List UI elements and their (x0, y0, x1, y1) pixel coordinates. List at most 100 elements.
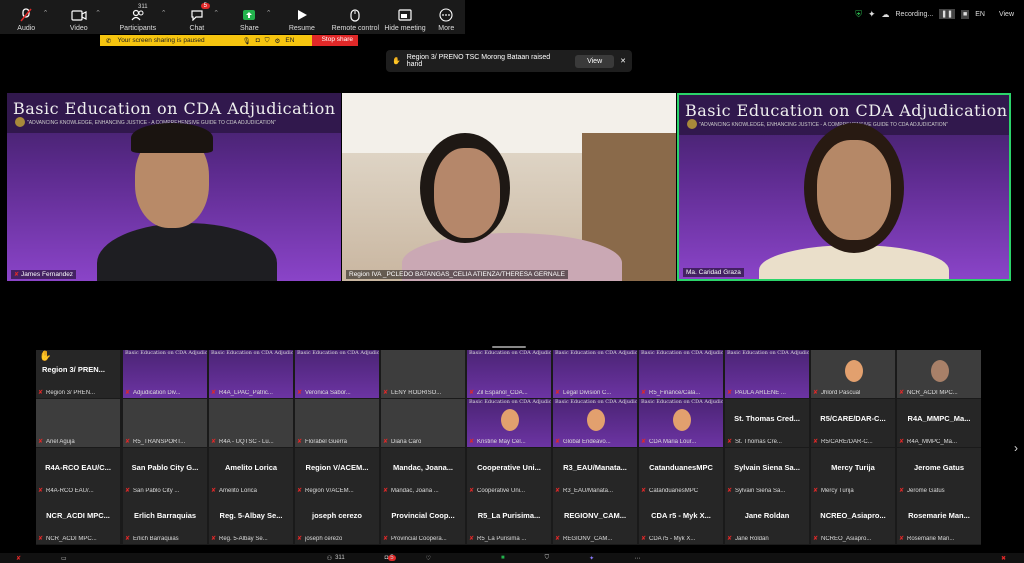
gallery-tile[interactable]: ✘ Florabel Guerra (295, 399, 379, 447)
gallery-tile[interactable]: Region V/ACEM... ✘ Region V/ACEM... (295, 448, 379, 496)
gallery-tile[interactable]: Reg. 5-Albay Se... ✘ Reg. 5-Albay Se... (209, 496, 293, 544)
mic-muted-icon: ✘ (899, 390, 905, 396)
chevron-right-icon[interactable]: › (1014, 441, 1018, 455)
remote-control-button[interactable]: Remote control (328, 0, 382, 34)
gallery-tile[interactable]: R4A_MMPC_Ma... ✘ R4A_MMPC_Ma... (897, 399, 981, 447)
gallery-tile[interactable]: Mercy Turija ✘ Mercy Turija (811, 448, 895, 496)
gallery-tile[interactable]: Sylvain Siena Sa... ✘ Sylvain Siena Sa... (725, 448, 809, 496)
gallery-tile[interactable]: Rosemarie Man... ✘ Rosemarie Man... (897, 496, 981, 544)
heart-icon[interactable]: ♡ (426, 555, 431, 562)
chat-button[interactable]: 5 Chat ⌃ (171, 0, 224, 34)
mic-muted-icon[interactable]: ✘ (16, 555, 21, 562)
settings-icon[interactable]: ⚙ (275, 37, 281, 45)
gallery-tile[interactable]: Basic Education on CDA Adjudication ✘Kris… (467, 399, 551, 447)
gallery-tile[interactable]: Mandac, Joana... ✘ Mandac, Joana ... (381, 448, 465, 496)
gallery-tile[interactable]: Basic Education on CDA Adjudication ✘Zil … (467, 350, 551, 398)
gallery-tile[interactable]: ✘ Jhlord Pascual (811, 350, 895, 398)
chevron-up-icon[interactable]: ⌃ (161, 9, 167, 17)
gallery-tile[interactable]: Basic Education on CDA Adjudication ✘Adju… (123, 350, 207, 398)
gallery-tile[interactable]: ✘ R4A - UQTSC - Lu... (209, 399, 293, 447)
gallery-tile[interactable]: NCR_ACDI MPC... ✘ NCR_ACDI MPC... (36, 496, 120, 544)
mic-icon[interactable]: 🎙 (242, 37, 250, 45)
gallery-tile[interactable]: ✘ LENY RODRISO... (381, 350, 465, 398)
participants-icon[interactable]: ⚇ (327, 555, 332, 562)
mic-muted-icon: ✘ (297, 439, 303, 445)
gallery-tile[interactable]: R5_La Purisima... ✘ R5_La Purisima ... (467, 496, 551, 544)
gallery-tile[interactable]: joseph cerezo ✘ joseph cerezo (295, 496, 379, 544)
chat-icon[interactable]: ◘ (256, 37, 260, 44)
sparkle-icon[interactable]: ✦ (589, 555, 594, 562)
gallery-tile[interactable]: ✘ Ariel Aguja (36, 399, 120, 447)
chevron-up-icon[interactable]: ⌃ (43, 9, 49, 17)
gallery-tile[interactable]: Jerome Gatus ✘ Jerome Gatus (897, 448, 981, 496)
share-button[interactable]: Share ⌃ (223, 0, 276, 34)
participant-name: PAULA ARLENE ... (735, 390, 786, 396)
video-button[interactable]: Video ⌃ (53, 0, 106, 34)
mic-muted-icon: ✘ (641, 536, 647, 542)
gallery-tile[interactable]: Basic Education on CDA Adjudication ✘CDA … (639, 399, 723, 447)
gallery-tile[interactable]: R5/CARE/DAR-C... ✘ R5/CARE/DAR-C... (811, 399, 895, 447)
gallery-tile[interactable]: CatanduanesMPC ✘ CatanduanesMPC (639, 448, 723, 496)
gallery-tile[interactable]: Basic Education on CDA Adjudication ✘PAUL… (725, 350, 809, 398)
share-icon[interactable]: ■ (501, 555, 505, 561)
pause-recording-button[interactable]: ❚❚ (939, 9, 955, 19)
gallery-tile[interactable]: REGIONV_CAM... ✘ REGIONV_CAM... (553, 496, 637, 544)
gallery-tile[interactable]: Provincial Coop... ✘ Provincial Coopera... (381, 496, 465, 544)
chevron-up-icon[interactable]: ⌃ (95, 9, 101, 17)
gallery-tile[interactable]: Basic Education on CDA Adjudication ✘R5_F… (639, 350, 723, 398)
resume-button[interactable]: Resume (276, 0, 329, 34)
resize-handle[interactable] (492, 346, 526, 348)
gallery-tile[interactable]: NCREO_Asiapro... ✘ NCREO_Asiapro... (811, 496, 895, 544)
stop-recording-button[interactable]: ■ (960, 9, 970, 19)
gallery-tile[interactable]: Basic Education on CDA Adjudication ✘Lega… (553, 350, 637, 398)
mic-muted-icon: ✘ (469, 439, 475, 445)
gallery-tile[interactable]: Basic Education on CDA Adjudication ✘R4A_… (209, 350, 293, 398)
gallery-tile[interactable]: R4A-RCO EAU/C... ✘ R4A-RCO EAU/... (36, 448, 120, 496)
shield-icon[interactable]: ⛉ (545, 555, 550, 562)
share-screen-icon (240, 8, 258, 22)
notification-view-button[interactable]: View (575, 54, 615, 68)
gallery-tile[interactable]: St. Thomas Cred... ✘ St. Thomas Cre... (725, 399, 809, 447)
hide-meeting-button[interactable]: Hide meeting (383, 0, 428, 34)
gallery-tile[interactable]: Amelito Lorica ✘ Amelito Lorica (209, 448, 293, 496)
stop-share-button[interactable]: Stop share (311, 35, 358, 46)
view-button[interactable]: View (999, 11, 1014, 18)
participant-name: CDA r5 - Myk X... (649, 536, 696, 542)
gallery-tile[interactable]: San Pablo City G... ✘ San Pablo City ... (123, 448, 207, 496)
mic-muted-icon: ✘ (211, 390, 217, 396)
chevron-up-icon[interactable]: ⌃ (213, 9, 219, 17)
participant-display-name: Sylvain Siena Sa... (734, 463, 800, 472)
gallery-tile[interactable]: ✘ R5_TRANSPORT... (123, 399, 207, 447)
end-call-icon[interactable]: ✖ (1001, 555, 1006, 562)
recording-label: Recording... (895, 10, 934, 18)
video-icon[interactable]: ▭ (61, 555, 67, 562)
gallery-tile[interactable]: CDA r5 - Myk X... ✘ CDA r5 - Myk X... (639, 496, 723, 544)
close-icon[interactable]: ✕ (620, 57, 626, 65)
participant-display-name: NCREO_Asiapro... (820, 511, 886, 520)
video-tile-1[interactable]: Basic Education on CDA Adjudication "ADV… (7, 93, 341, 281)
mic-muted-icon: ✘ (469, 536, 475, 542)
chevron-up-icon[interactable]: ⌃ (266, 9, 272, 17)
banner-title: Basic Education on CDA Adjudication (555, 399, 637, 405)
audio-button[interactable]: Audio ⌃ (0, 0, 53, 34)
gallery-tile[interactable]: Jane Roldan ✘ Jane Roldan (725, 496, 809, 544)
gallery-tile[interactable]: ✘ Diana Caro (381, 399, 465, 447)
more-icon[interactable]: ⋯ (634, 555, 640, 562)
gallery-tile[interactable]: R3_EAU/Manata... ✘ R3_EAU/Manata... (553, 448, 637, 496)
sparkle-icon[interactable]: ✦ (868, 9, 876, 20)
video-tile-3-active-speaker[interactable]: Basic Education on CDA Adjudication "ADV… (677, 93, 1011, 281)
gallery-tile[interactable]: Cooperative Uni... ✘ Cooperative Uni... (467, 448, 551, 496)
more-button[interactable]: More (428, 0, 466, 34)
gallery-tile[interactable]: Basic Education on CDA Adjudication ✘Glob… (553, 399, 637, 447)
mic-muted-icon: ✘ (555, 439, 561, 445)
gallery-tile[interactable]: ✘ NCR_ACDI MPC... (897, 350, 981, 398)
participants-button[interactable]: 311 Participants ⌃ (105, 0, 171, 34)
gallery-tile[interactable]: Region 3/ PREN... ✘ Region 3/ PREN... ✋ (36, 350, 120, 398)
gallery-tile[interactable]: Erlich Barraquias ✘ Erlich Barraquias (123, 496, 207, 544)
security-shield-icon[interactable]: ⛨ (855, 9, 862, 20)
video-tile-2[interactable]: Region IVA _PCLEDO BATANGAS_CELIA ATIENZ… (342, 93, 676, 281)
language-label[interactable]: EN (285, 37, 294, 44)
shield-icon[interactable]: ⛉ (265, 37, 270, 45)
language-label[interactable]: EN (975, 11, 985, 18)
gallery-tile[interactable]: Basic Education on CDA Adjudication ✘Vero… (295, 350, 379, 398)
